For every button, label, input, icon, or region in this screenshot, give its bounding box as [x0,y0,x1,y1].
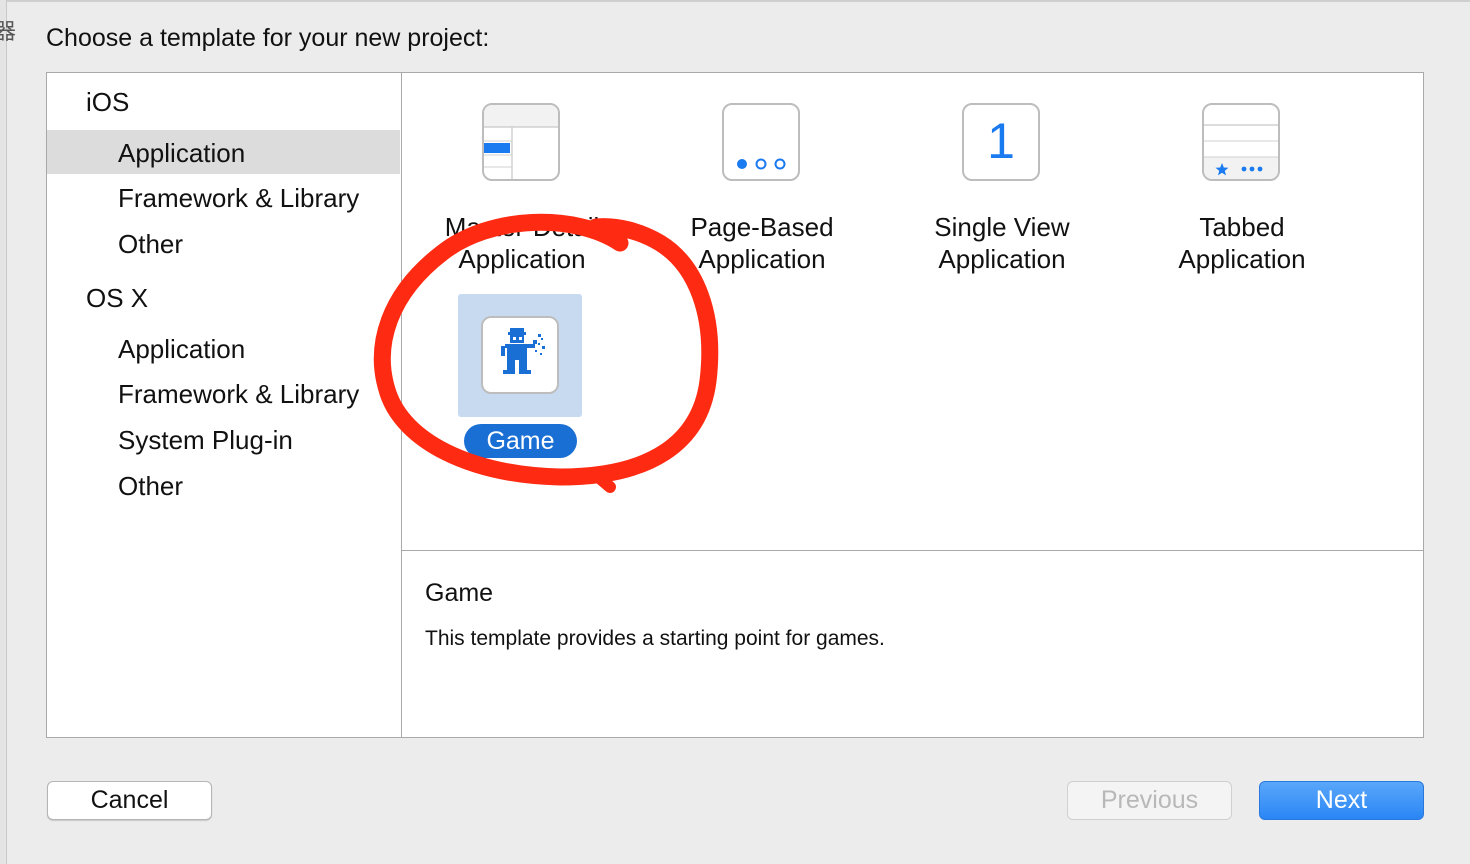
sidebar-item-osx-framework-library[interactable]: Framework & Library [47,371,400,415]
description-title: Game [425,579,494,607]
sidebar-item-label: Framework & Library [118,379,360,409]
single-view-icon: 1 [962,103,1040,181]
template-grid: Master-Detail Application Page-Based App… [402,73,1423,549]
sidebar-item-ios-other[interactable]: Other [47,221,400,265]
window-top-edge [0,0,1470,2]
template-single-view[interactable]: 1 Single View Application [882,73,1122,274]
sidebar-item-label: Other [118,471,184,501]
sidebar-item-osx-other[interactable]: Other [47,463,400,507]
page-based-icon [722,103,800,181]
sidebar-item-ios-application[interactable]: Application [47,130,400,174]
template-label: Page-Based Application [690,212,834,274]
master-detail-icon [482,103,560,181]
sidebar-item-label: System Plug-in [118,425,293,455]
game-icon[interactable] [481,316,559,394]
single-view-icon-number: 1 [987,113,1015,169]
sidebar-item-osx-system-plugin[interactable]: System Plug-in [47,417,400,461]
template-category-sidebar: iOS Application Framework & Library Othe… [47,73,402,737]
template-label: Single View Application [934,212,1070,274]
sidebar-item-label: Other [118,229,184,259]
edge-glyph: 器 [0,19,17,44]
dialog-prompt: Choose a template for your new project: [46,24,490,52]
description-divider [402,550,1423,551]
previous-button[interactable]: Previous [1067,781,1232,820]
template-tabbed[interactable]: Tabbed Application [1122,73,1362,274]
sidebar-item-label: Framework & Library [118,183,360,213]
group-ios: iOS [86,87,130,117]
template-label: Master-Detail Application [444,212,600,274]
template-label-game[interactable]: Game [464,424,577,458]
window-left-edge: 器 [0,0,16,864]
next-button[interactable]: Next [1259,781,1424,820]
sidebar-item-label: Application [118,138,246,168]
template-master-detail[interactable]: Master-Detail Application [402,73,642,274]
sidebar-item-label: Application [118,334,246,364]
cancel-button[interactable]: Cancel [47,781,212,820]
template-chooser-panel: iOS Application Framework & Library Othe… [46,72,1424,738]
description-text: This template provides a starting point … [425,627,885,650]
group-osx: OS X [86,283,149,313]
sidebar-item-osx-application[interactable]: Application [47,326,400,370]
sidebar-item-ios-framework-library[interactable]: Framework & Library [47,175,400,219]
tabbed-icon [1202,103,1280,181]
template-page-based[interactable]: Page-Based Application [642,73,882,274]
template-label: Tabbed Application [1178,212,1306,274]
